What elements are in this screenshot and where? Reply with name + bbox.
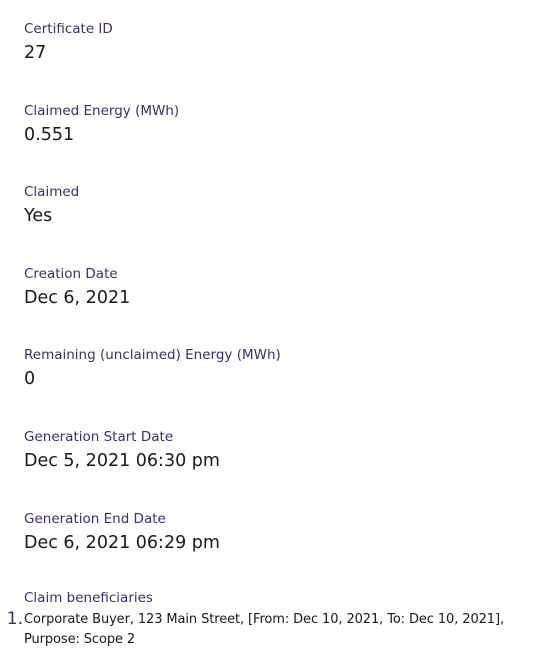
field-label: Generation Start Date [24,428,174,445]
field-claimed: Claimed Yes [24,184,554,266]
field-label: Claimed Energy (MWh) [24,102,180,119]
field-generation-end-date: Generation End Date Dec 6, 2021 06:29 pm [24,511,554,593]
list-item-text: Corporate Buyer, 123 Main Street, [From:… [24,612,504,647]
field-generation-start-date: Generation Start Date Dec 5, 2021 06:30 … [24,429,554,511]
field-value: Yes [24,206,53,227]
field-creation-date: Creation Date Dec 6, 2021 [24,266,554,348]
claim-beneficiaries-list: 1. Corporate Buyer, 123 Main Street, [Fr… [0,609,556,650]
certificate-details: Certificate ID 27 Claimed Energy (MWh) 0… [24,21,554,592]
field-value: Dec 5, 2021 06:30 pm [24,450,220,471]
field-label: Generation End Date [24,510,166,527]
field-value: Dec 6, 2021 06:29 pm [24,532,220,553]
list-item-number: 1. [6,609,23,629]
field-certificate-id: Certificate ID 27 [24,21,554,103]
field-label: Certificate ID [24,21,113,37]
field-value: 0 [24,369,36,390]
list-item: 1. Corporate Buyer, 123 Main Street, [Fr… [0,609,556,650]
field-label: Claimed [24,184,80,201]
field-claimed-energy: Claimed Energy (MWh) 0.551 [24,103,554,185]
field-label: Creation Date [24,265,118,282]
field-label: Remaining (unclaimed) Energy (MWh) [24,347,281,364]
field-remaining-energy: Remaining (unclaimed) Energy (MWh) 0 [24,347,554,429]
claim-beneficiaries-label: Claim beneficiaries [24,590,153,606]
field-value: Dec 6, 2021 [24,287,131,308]
field-value: 27 [24,43,47,63]
field-value: 0.551 [24,124,75,145]
